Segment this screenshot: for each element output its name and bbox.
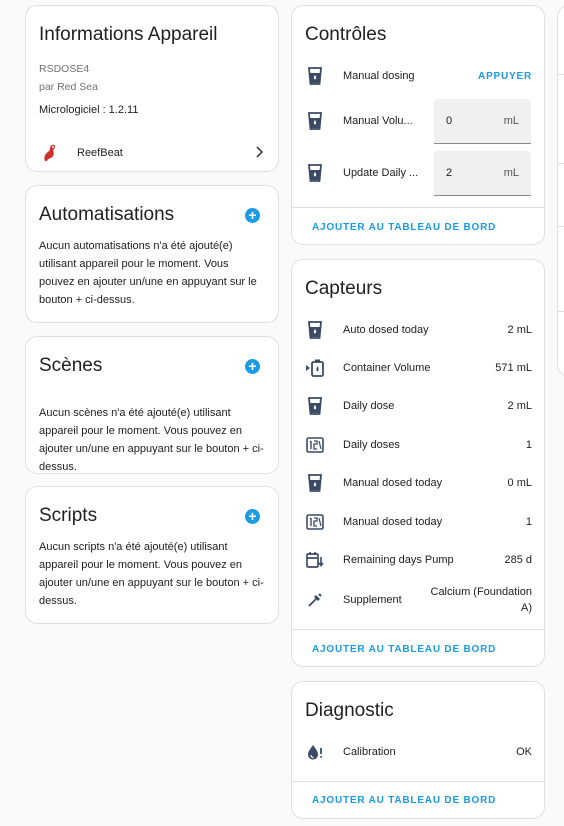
add-scene-button[interactable]: + bbox=[245, 359, 260, 374]
calendar-clock-icon bbox=[304, 549, 326, 571]
sensor-row[interactable]: Remaining days Pump 285 d bbox=[304, 544, 532, 576]
divider bbox=[558, 311, 564, 312]
sensor-label: Daily doses bbox=[343, 439, 400, 451]
sensor-row[interactable]: Manual dosed today 0 mL bbox=[304, 467, 532, 499]
counter-icon bbox=[304, 434, 326, 456]
control-row-manual-dosing: Manual dosing APPUYER bbox=[304, 60, 532, 92]
reefbeat-logo-icon bbox=[39, 142, 61, 164]
pipette-icon bbox=[304, 589, 326, 611]
controls-title: Contrôles bbox=[305, 24, 387, 45]
dosing-cup-icon bbox=[304, 395, 326, 417]
diagnostic-label: Calibration bbox=[343, 746, 396, 758]
dosing-cup-icon bbox=[304, 65, 326, 87]
integration-label: ReefBeat bbox=[77, 147, 123, 159]
dosing-cup-icon bbox=[304, 319, 326, 341]
input-unit: mL bbox=[503, 167, 519, 179]
sensor-row[interactable]: Daily dose 2 mL bbox=[304, 390, 532, 422]
add-script-button[interactable]: + bbox=[245, 509, 260, 524]
sensor-value: Calcium (Foundation A) bbox=[430, 586, 533, 614]
input-unit: mL bbox=[503, 115, 519, 127]
chevron-right-icon bbox=[254, 145, 264, 161]
add-automation-button[interactable]: + bbox=[245, 208, 260, 223]
diagnostic-value: OK bbox=[516, 746, 532, 758]
partial-card-edge bbox=[557, 5, 564, 377]
press-button[interactable]: APPUYER bbox=[478, 71, 532, 82]
update-daily-input[interactable]: 2 mL bbox=[434, 151, 531, 196]
dosing-cup-icon bbox=[304, 472, 326, 494]
sensor-value: 0 mL bbox=[507, 477, 532, 489]
device-model: RSDOSE4 bbox=[39, 63, 90, 75]
device-info-card: Informations Appareil RSDOSE4 par Red Se… bbox=[25, 5, 279, 172]
manual-volume-input[interactable]: 0 mL bbox=[434, 99, 531, 144]
dosing-cup-icon bbox=[304, 162, 326, 184]
scripts-title: Scripts bbox=[39, 505, 98, 526]
sensor-label: Remaining days Pump bbox=[343, 554, 454, 566]
device-firmware: Micrologiciel : 1.2.11 bbox=[39, 104, 139, 116]
sensor-label: Auto dosed today bbox=[343, 324, 429, 336]
divider bbox=[558, 74, 564, 75]
sensor-value: 1 bbox=[525, 439, 532, 451]
sensor-value: 1 bbox=[525, 516, 532, 528]
controls-card: Contrôles Manual dosing APPUYER Manual V… bbox=[291, 5, 545, 245]
diagnostic-title: Diagnostic bbox=[305, 700, 394, 721]
sensors-title: Capteurs bbox=[305, 278, 383, 299]
water-alert-icon bbox=[304, 741, 326, 763]
sensor-value: 2 mL bbox=[507, 400, 532, 412]
sensor-value: 2 mL bbox=[507, 324, 532, 336]
divider bbox=[558, 226, 564, 227]
automations-description: Aucun automatisations n'a été ajouté(e) … bbox=[39, 240, 257, 306]
sensors-card: Capteurs Auto dosed today 2 mL Container… bbox=[291, 259, 545, 667]
automations-title: Automatisations bbox=[39, 204, 175, 225]
integration-link[interactable]: ReefBeat bbox=[39, 141, 264, 165]
divider bbox=[292, 781, 544, 782]
divider bbox=[292, 629, 544, 630]
scenes-description: Aucun scènes n'a été ajouté(e) utilisant… bbox=[39, 407, 264, 473]
sensor-label: Supplement bbox=[343, 594, 402, 606]
diagnostic-card: Diagnostic Calibration OK AJOUTER AU TAB… bbox=[291, 681, 545, 819]
scripts-card: Scripts + Aucun scripts n'a été ajouté(e… bbox=[25, 486, 279, 624]
device-info-title: Informations Appareil bbox=[39, 24, 218, 45]
add-to-dashboard-button[interactable]: AJOUTER AU TABLEAU DE BORD bbox=[312, 222, 496, 233]
scenes-card: Scènes + Aucun scènes n'a été ajouté(e) … bbox=[25, 336, 279, 474]
scripts-description: Aucun scripts n'a été ajouté(e) utilisan… bbox=[39, 541, 264, 607]
sensor-label: Manual dosed today bbox=[343, 477, 443, 489]
sensor-row[interactable]: Manual dosed today 1 bbox=[304, 506, 532, 538]
sensor-row[interactable]: Daily doses 1 bbox=[304, 429, 532, 461]
diagnostic-row[interactable]: Calibration OK bbox=[304, 736, 532, 768]
automations-card: Automatisations + Aucun automatisations … bbox=[25, 185, 279, 323]
sensor-value: 285 d bbox=[504, 554, 532, 566]
scenes-title: Scènes bbox=[39, 355, 103, 376]
divider bbox=[292, 207, 544, 208]
add-to-dashboard-button[interactable]: AJOUTER AU TABLEAU DE BORD bbox=[312, 644, 496, 655]
sensor-row[interactable]: Container Volume 571 mL bbox=[304, 352, 532, 384]
device-manufacturer: par Red Sea bbox=[39, 81, 98, 93]
add-to-dashboard-button[interactable]: AJOUTER AU TABLEAU DE BORD bbox=[312, 795, 496, 806]
sensor-row[interactable]: Supplement Calcium (Foundation A) bbox=[304, 582, 532, 618]
sensor-row[interactable]: Auto dosed today 2 mL bbox=[304, 314, 532, 346]
control-label: Manual dosing bbox=[343, 70, 415, 82]
counter-icon bbox=[304, 511, 326, 533]
input-value: 2 bbox=[446, 167, 453, 179]
dosing-cup-icon bbox=[304, 110, 326, 132]
divider bbox=[558, 163, 564, 164]
sensor-value: 571 mL bbox=[495, 362, 532, 374]
sensor-label: Container Volume bbox=[343, 362, 431, 374]
container-icon bbox=[304, 357, 326, 379]
input-value: 0 bbox=[446, 115, 453, 127]
sensor-label: Daily dose bbox=[343, 400, 395, 412]
control-label: Manual Volu... bbox=[343, 115, 413, 127]
sensor-label: Manual dosed today bbox=[343, 516, 443, 528]
control-label: Update Daily ... bbox=[343, 167, 419, 179]
